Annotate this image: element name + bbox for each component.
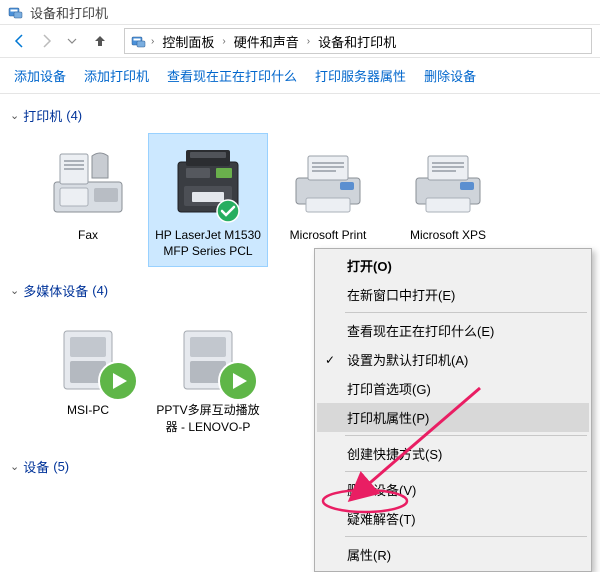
device-fax[interactable]: Fax <box>28 133 148 267</box>
chevron-down-icon: ⌄ <box>10 109 19 122</box>
toolbar-server-props[interactable]: 打印服务器属性 <box>315 66 406 85</box>
menu-separator <box>345 536 587 537</box>
device-hp-laserjet[interactable]: HP LaserJet M1530 MFP Series PCL <box>148 133 268 267</box>
chevron-right-icon: › <box>151 36 154 47</box>
window-titlebar: 设备和打印机 <box>0 0 600 24</box>
command-toolbar: 添加设备 添加打印机 查看现在正在打印什么 打印服务器属性 删除设备 <box>0 58 600 94</box>
section-count-devices: (5) <box>53 459 69 474</box>
device-msi-pc[interactable]: MSI-PC <box>28 308 148 442</box>
breadcrumb[interactable]: › 控制面板 › 硬件和声音 › 设备和打印机 <box>124 28 592 54</box>
toolbar-add-device[interactable]: 添加设备 <box>14 66 66 85</box>
menu-open-new-window[interactable]: 在新窗口中打开(E) <box>317 280 589 309</box>
devices-printers-icon <box>8 4 24 20</box>
menu-separator <box>345 471 587 472</box>
check-icon: ✓ <box>325 353 335 367</box>
menu-create-shortcut[interactable]: 创建快捷方式(S) <box>317 439 589 468</box>
chevron-down-icon: ⌄ <box>10 460 19 473</box>
default-check-badge-icon <box>216 199 240 223</box>
chevron-right-icon: › <box>222 36 225 47</box>
section-label-multimedia: 多媒体设备 <box>23 281 88 300</box>
toolbar-see-printing[interactable]: 查看现在正在打印什么 <box>167 66 297 85</box>
device-pptv[interactable]: PPTV多屏互动播放器 - LENOVO-P <box>148 308 268 442</box>
menu-separator <box>345 435 587 436</box>
printer-icon <box>406 142 490 222</box>
devices-printers-icon <box>131 33 147 49</box>
nav-up-button[interactable] <box>88 29 112 53</box>
menu-open[interactable]: 打开(O) <box>317 251 589 280</box>
toolbar-remove-device[interactable]: 删除设备 <box>424 66 476 85</box>
menu-properties[interactable]: 属性(R) <box>317 540 589 569</box>
printer-icon <box>286 142 370 222</box>
section-label-devices: 设备 <box>23 457 49 476</box>
address-bar: › 控制面板 › 硬件和声音 › 设备和打印机 <box>0 24 600 58</box>
chevron-down-icon: ⌄ <box>10 284 19 297</box>
nav-forward-button[interactable] <box>34 29 58 53</box>
menu-remove-device[interactable]: 删除设备(V) <box>317 475 589 504</box>
device-label: Fax <box>78 227 98 243</box>
device-label: Microsoft Print <box>290 227 367 243</box>
play-badge-icon <box>217 360 259 402</box>
play-badge-icon <box>97 360 139 402</box>
device-label: HP LaserJet M1530 MFP Series PCL <box>152 227 264 259</box>
menu-printer-props[interactable]: 打印机属性(P) <box>317 403 589 432</box>
fax-icon <box>46 142 130 222</box>
device-label: PPTV多屏互动播放器 - LENOVO-P <box>152 402 264 434</box>
menu-see-printing[interactable]: 查看现在正在打印什么(E) <box>317 316 589 345</box>
breadcrumb-devices-printers[interactable]: 设备和打印机 <box>314 30 400 53</box>
section-label-printers: 打印机 <box>23 106 62 125</box>
context-menu: 打开(O) 在新窗口中打开(E) 查看现在正在打印什么(E) ✓设置为默认打印机… <box>314 248 592 572</box>
device-label: Microsoft XPS <box>410 227 486 243</box>
nav-back-button[interactable] <box>8 29 32 53</box>
chevron-right-icon: › <box>307 36 310 47</box>
menu-troubleshoot[interactable]: 疑难解答(T) <box>317 504 589 533</box>
nav-recent-dropdown[interactable] <box>60 29 84 53</box>
section-count-multimedia: (4) <box>92 283 108 298</box>
menu-separator <box>345 312 587 313</box>
device-label: MSI-PC <box>67 402 109 418</box>
menu-print-prefs[interactable]: 打印首选项(G) <box>317 374 589 403</box>
section-header-printers[interactable]: ⌄ 打印机 (4) <box>10 100 590 129</box>
window-title: 设备和打印机 <box>30 3 108 22</box>
menu-set-default[interactable]: ✓设置为默认打印机(A) <box>317 345 589 374</box>
toolbar-add-printer[interactable]: 添加打印机 <box>84 66 149 85</box>
breadcrumb-hardware-sound[interactable]: 硬件和声音 <box>230 30 303 53</box>
section-count-printers: (4) <box>66 108 82 123</box>
breadcrumb-control-panel[interactable]: 控制面板 <box>158 30 218 53</box>
